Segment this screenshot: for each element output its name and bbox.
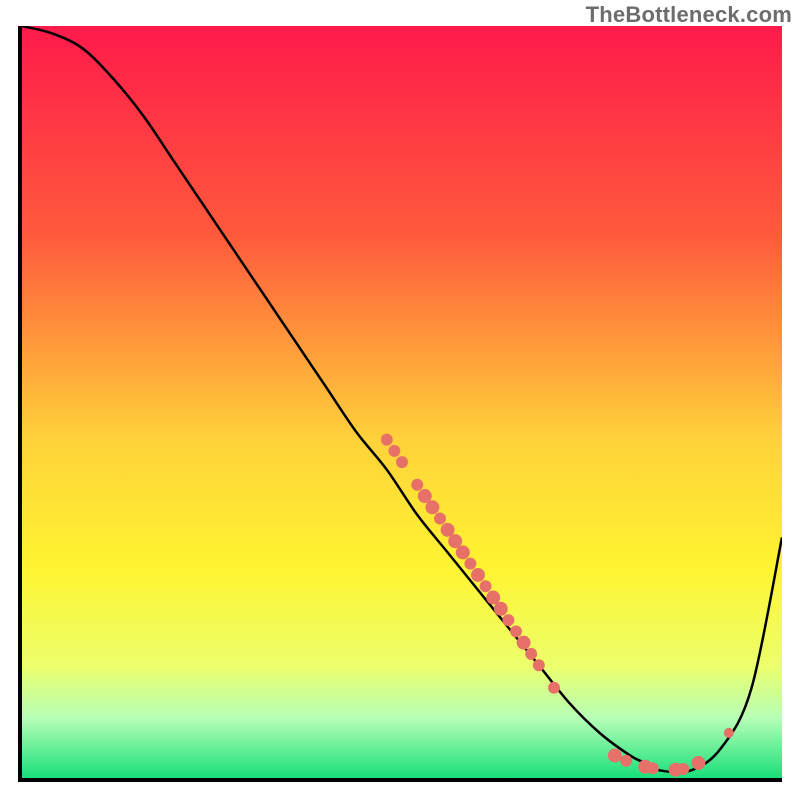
data-point xyxy=(620,755,632,767)
data-point xyxy=(434,513,446,525)
data-point xyxy=(411,479,423,491)
data-point xyxy=(464,558,476,570)
data-point xyxy=(471,568,485,582)
curve-layer xyxy=(22,26,782,778)
data-point xyxy=(647,762,659,774)
data-point xyxy=(517,636,531,650)
data-point xyxy=(502,614,514,626)
data-point xyxy=(510,625,522,637)
data-point xyxy=(548,682,560,694)
data-point xyxy=(396,456,408,468)
data-point xyxy=(480,580,492,592)
data-point xyxy=(677,763,689,775)
data-point xyxy=(456,545,470,559)
data-point xyxy=(724,728,734,738)
chart-stage: TheBottleneck.com xyxy=(0,0,800,800)
data-point xyxy=(525,648,537,660)
data-point xyxy=(494,602,508,616)
data-point xyxy=(608,748,622,762)
data-point xyxy=(533,659,545,671)
data-point xyxy=(381,434,393,446)
data-points xyxy=(381,434,734,777)
data-point xyxy=(691,756,705,770)
plot-area xyxy=(18,26,782,782)
watermark-text: TheBottleneck.com xyxy=(586,2,792,28)
bottleneck-curve xyxy=(22,26,782,772)
data-point xyxy=(425,500,439,514)
data-point xyxy=(388,445,400,457)
